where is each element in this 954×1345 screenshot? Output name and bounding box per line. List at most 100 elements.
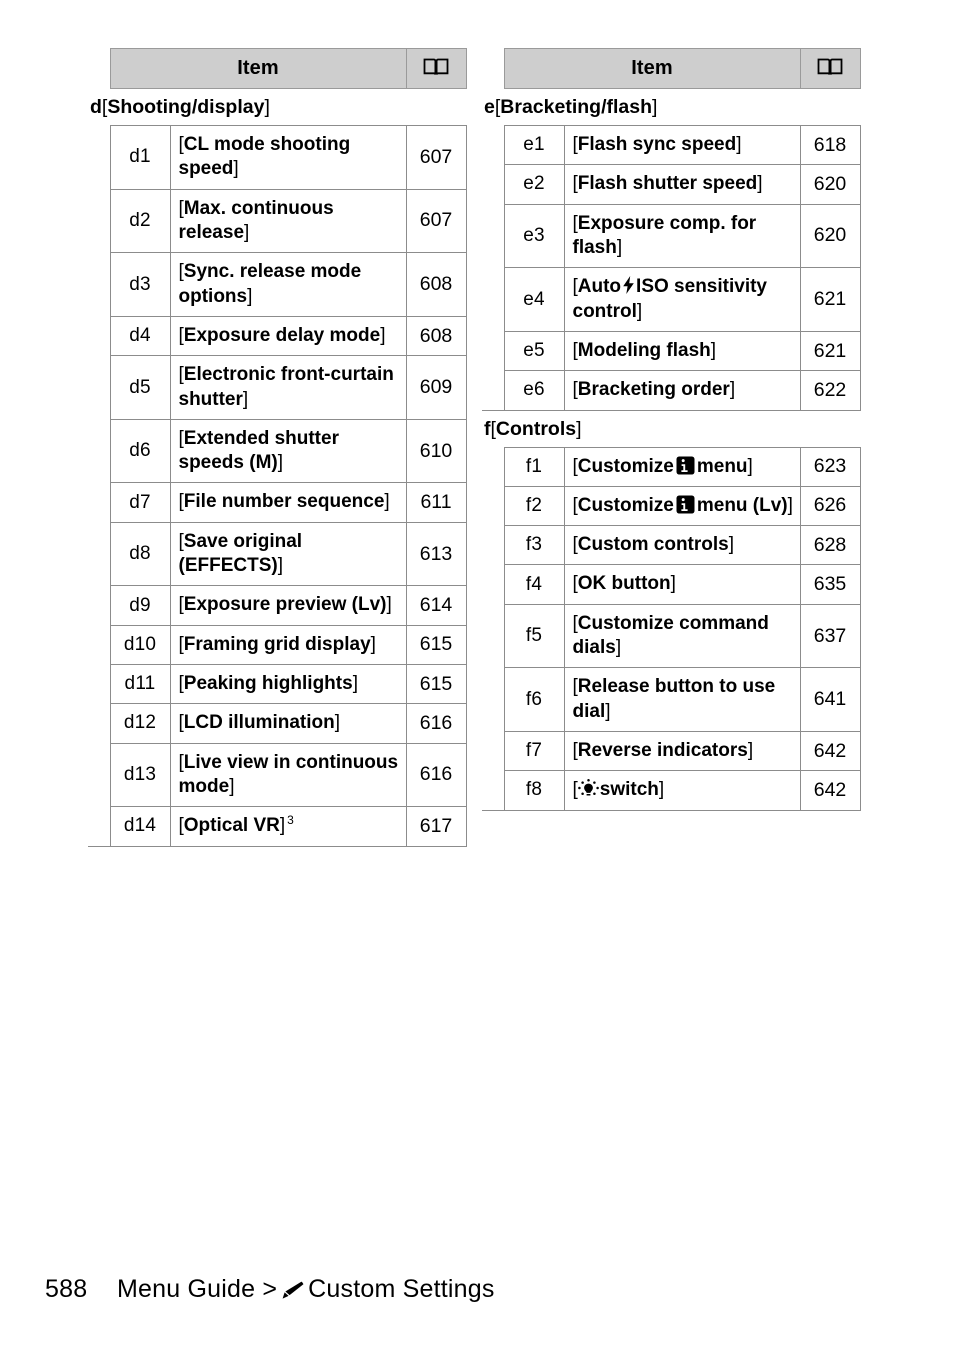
table-row: d14 [Optical VR] 3 617 — [88, 806, 467, 847]
lamp-brightness-icon — [577, 779, 599, 798]
header-item-label: Item — [109, 48, 407, 89]
row-page: 616 — [405, 703, 467, 744]
row-item: [LCD illumination] — [169, 703, 407, 744]
table-row: d2 [Max. continuous release] 607 — [88, 188, 467, 254]
page-number: 588 — [45, 1275, 88, 1303]
row-code: f3 — [503, 525, 565, 566]
indent-spacer — [88, 586, 110, 625]
table-row: f7 [Reverse indicators] 642 — [482, 730, 861, 772]
row-code: d6 — [109, 418, 171, 484]
indent-spacer — [88, 704, 110, 743]
section-label-e: e[Bracketing/flash] — [482, 89, 860, 126]
row-code: f2 — [503, 485, 565, 527]
document-page: Item d[Shooting/display] d1 [CL mode sho… — [0, 0, 954, 1345]
section-header-d: d[Shooting/display] — [88, 89, 466, 126]
left-column: Item d[Shooting/display] d1 [CL mode sho… — [88, 48, 467, 847]
row-page: 616 — [405, 742, 467, 808]
indent-spacer — [88, 665, 110, 704]
indent-spacer — [88, 806, 110, 847]
row-page: 618 — [799, 124, 861, 166]
indent-spacer — [482, 486, 504, 525]
table-row: d10 [Framing grid display] 615 — [88, 624, 467, 666]
table-row: f6 [Release button to use dial] 641 — [482, 667, 861, 732]
row-code: d1 — [109, 125, 171, 190]
row-item: [Optical VR] 3 — [169, 806, 407, 847]
row-item: [Save original (EFFECTS)] — [169, 521, 407, 587]
right-column: Item e[Bracketing/flash] e1 [Flash sync … — [482, 48, 861, 847]
row-item: [Exposure delay mode] — [169, 315, 407, 357]
section-header-f: f[Controls] — [482, 410, 860, 447]
table-row: f2 [Customize menu (Lv)] 626 — [482, 485, 861, 527]
table-row: f5 [Customize command dials] 637 — [482, 603, 861, 669]
row-code: f4 — [503, 564, 565, 605]
indent-spacer — [482, 331, 504, 370]
pencil-icon — [281, 1279, 305, 1300]
table-row: d3 [Sync. release mode options] 608 — [88, 252, 467, 317]
section-label-d: d[Shooting/display] — [88, 89, 466, 126]
row-page: 620 — [799, 203, 861, 269]
indent-spacer — [88, 743, 110, 807]
indent-spacer — [482, 770, 504, 811]
row-page: 637 — [799, 603, 861, 669]
row-page: 642 — [799, 730, 861, 772]
row-code: e1 — [503, 124, 565, 166]
indent-spacer — [88, 419, 110, 483]
row-code: d4 — [109, 315, 171, 357]
row-item: [Framing grid display] — [169, 624, 407, 666]
table-row: d12 [LCD illumination] 616 — [88, 703, 467, 744]
flash-icon — [622, 275, 635, 295]
table-header-row: Item — [482, 48, 861, 89]
table-row: d1 [CL mode shooting speed] 607 — [88, 125, 467, 190]
indent-spacer — [88, 483, 110, 522]
table-row: d8 [Save original (EFFECTS)] 613 — [88, 521, 467, 587]
table-row: d9 [Exposure preview (Lv)] 614 — [88, 585, 467, 626]
row-code: f1 — [503, 446, 565, 487]
section-label-f: f[Controls] — [482, 410, 860, 447]
row-code: d11 — [109, 663, 171, 705]
indent-spacer — [88, 625, 110, 664]
row-code: d14 — [109, 806, 171, 847]
row-code: d2 — [109, 188, 171, 254]
row-page: 615 — [405, 663, 467, 705]
row-page: 642 — [799, 770, 861, 811]
table-row: f8 [switch] 642 — [482, 770, 861, 811]
row-code: f8 — [503, 770, 565, 811]
row-page: 608 — [405, 252, 467, 317]
indent-spacer — [88, 49, 110, 89]
row-item: [Customize menu (Lv)] — [563, 485, 801, 527]
table-row: d11 [Peaking highlights] 615 — [88, 663, 467, 705]
table-row: f1 [Customize menu] 623 — [482, 446, 861, 487]
row-code: e2 — [503, 164, 565, 205]
row-item: [Auto ISO sensitivity control] — [563, 267, 801, 332]
row-page: 609 — [405, 355, 467, 420]
row-page: 623 — [799, 446, 861, 487]
indent-spacer — [88, 356, 110, 420]
custom-settings-table-ef: Item e[Bracketing/flash] e1 [Flash sync … — [482, 48, 861, 811]
section-header-e: e[Bracketing/flash] — [482, 89, 860, 126]
row-code: d8 — [109, 521, 171, 587]
row-page: 607 — [405, 125, 467, 190]
indent-spacer — [88, 126, 110, 190]
row-page: 613 — [405, 521, 467, 587]
row-page: 607 — [405, 188, 467, 254]
row-code: e6 — [503, 370, 565, 411]
section-name: Bracketing/flash — [500, 96, 652, 118]
indent-spacer — [88, 253, 110, 317]
table-row: e5 [Modeling flash] 621 — [482, 330, 861, 372]
breadcrumb-menu-guide: Menu Guide — [117, 1275, 256, 1303]
row-item: [Live view in continuous mode] — [169, 742, 407, 808]
breadcrumb-separator: > — [262, 1275, 278, 1303]
bracket-close: ] — [652, 96, 658, 118]
breadcrumb-custom-settings: Custom Settings — [308, 1275, 495, 1303]
indent-spacer — [482, 268, 504, 332]
row-code: d9 — [109, 585, 171, 626]
row-page: 614 — [405, 585, 467, 626]
table-row: d7 [File number sequence] 611 — [88, 482, 467, 523]
row-item: [Peaking highlights] — [169, 663, 407, 705]
row-page: 626 — [799, 485, 861, 527]
table-row: d5 [Electronic front-curtain shutter] 60… — [88, 355, 467, 420]
indent-spacer — [482, 49, 504, 89]
bracket-close: ] — [264, 96, 270, 118]
header-page-icon-cell — [405, 48, 467, 89]
row-item: [Sync. release mode options] — [169, 252, 407, 317]
